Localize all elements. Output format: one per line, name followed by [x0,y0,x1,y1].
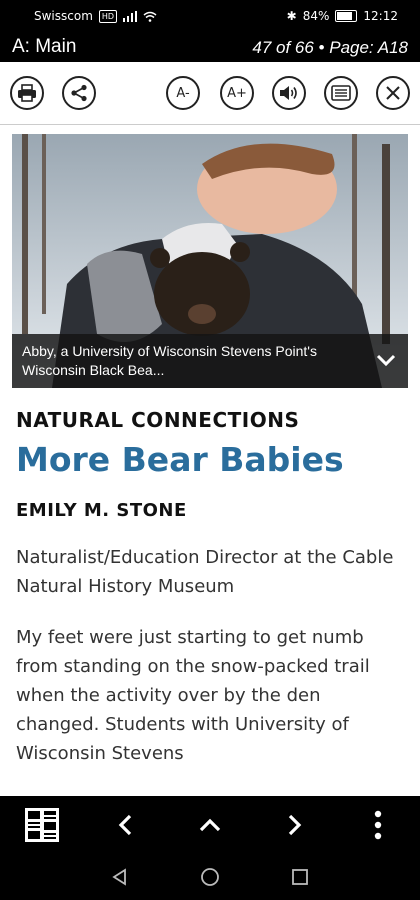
previous-article-button[interactable] [106,796,146,854]
print-icon [18,84,36,102]
audio-button[interactable] [272,76,306,110]
system-home-button[interactable] [190,854,230,900]
battery-percent: 84% [302,9,330,23]
title-bar: A: Main 47 of 66 • Page: A18 [0,32,420,62]
chevron-right-icon [288,814,302,836]
font-larger-button[interactable]: A+ [220,76,254,110]
recents-square-icon [292,869,308,885]
reader-toolbar: A- A+ [0,62,420,125]
article-body: My feet were just starting to get numb f… [16,627,370,764]
share-icon [71,84,87,102]
reader-bottom-bar [0,796,420,854]
caption-text: Abby, a University of Wisconsin Stevens … [22,343,317,378]
chevron-up-icon [199,818,221,832]
clock: 12:12 [363,9,398,23]
scroll-up-button[interactable] [190,796,230,854]
page-grid-button[interactable] [22,796,62,854]
author-role: Naturalist/Education Director at the Cab… [16,547,394,597]
system-back-button[interactable] [100,854,140,900]
photo-caption[interactable]: Abby, a University of Wisconsin Stevens … [12,334,408,388]
chevron-left-icon [118,814,132,836]
carrier-label: Swisscom [34,9,93,23]
page-grid-icon [25,808,59,842]
back-triangle-icon [112,868,126,886]
font-smaller-label: A- [176,85,190,101]
system-nav-bar [0,854,420,900]
bluetooth-icon: ✱ [286,9,297,23]
close-icon [386,86,400,100]
font-larger-label: A+ [227,85,247,101]
battery-icon [335,10,358,22]
article-kicker: NATURAL CONNECTIONS [16,408,300,432]
page-indicator: 47 of 66 • Page: A18 [252,38,408,57]
article-photo[interactable]: Abby, a University of Wisconsin Stevens … [12,134,408,388]
text-view-button[interactable] [324,76,358,110]
hd-badge: HD [98,9,118,23]
more-options-button[interactable] [358,796,398,854]
print-button[interactable] [10,76,44,110]
status-bar: Swisscom HD ✱ 84% 12:12 [0,0,420,32]
text-view-icon [331,85,351,101]
speaker-icon [280,86,297,100]
home-circle-icon [201,868,219,886]
close-button[interactable] [376,76,410,110]
share-button[interactable] [62,76,96,110]
article-author: EMILY M. STONE [16,500,187,521]
font-smaller-button[interactable]: A- [166,76,200,110]
section-title[interactable]: A: Main [12,36,76,58]
article-headline: More Bear Babies [16,440,344,479]
wifi-icon [143,11,157,22]
chevron-down-icon[interactable] [374,348,398,372]
more-vertical-icon [374,810,382,840]
article: NATURAL CONNECTIONS More Bear Babies EMI… [16,408,408,768]
system-recents-button[interactable] [280,854,320,900]
next-article-button[interactable] [274,796,314,854]
signal-icon [123,10,138,22]
